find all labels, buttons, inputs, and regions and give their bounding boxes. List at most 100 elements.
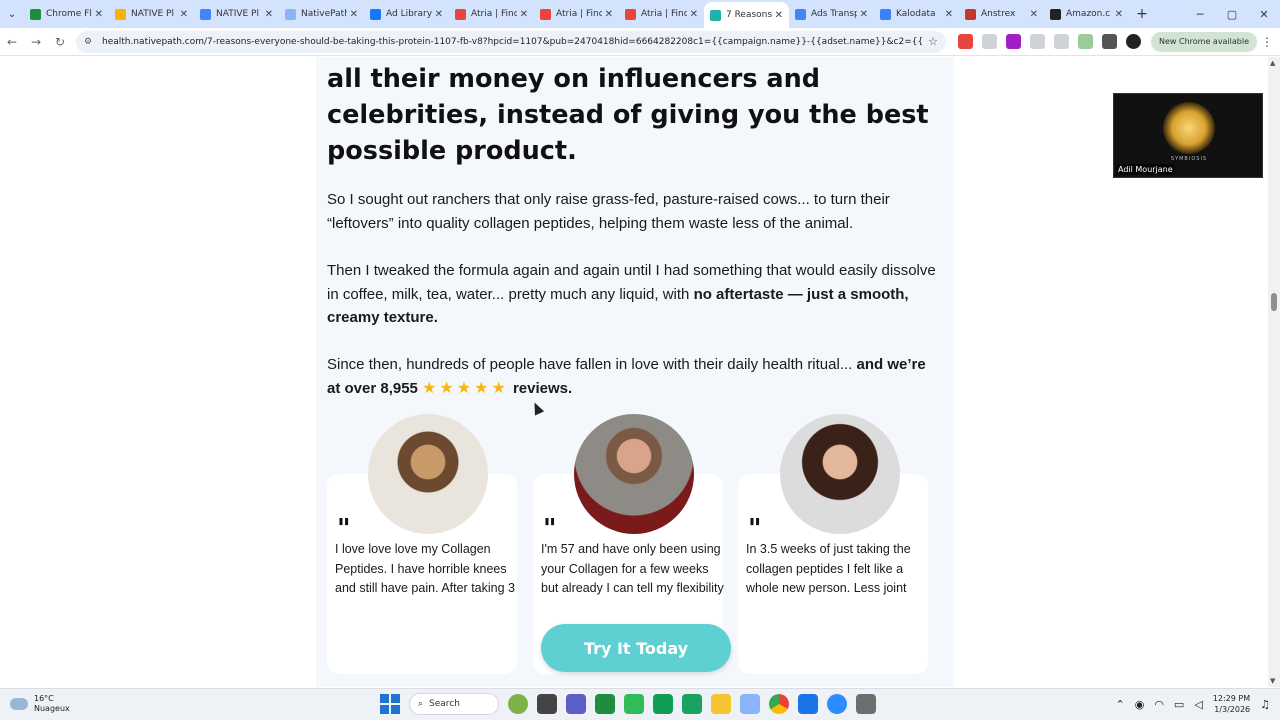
search-icon: ⌕ — [418, 699, 424, 709]
browser-tab[interactable]: NATIVE Pl ✕ — [109, 0, 194, 28]
tab-label: NATIVE Pl — [131, 9, 174, 19]
brand-text: SYMBIOSIS — [1170, 156, 1208, 162]
monitor-icon[interactable]: ▭ — [1174, 698, 1184, 711]
try-it-today-button[interactable]: Try It Today — [541, 624, 731, 672]
tray-app-icon[interactable]: ◉ — [1135, 698, 1145, 711]
extension-icon[interactable] — [1054, 34, 1069, 49]
browser-tab[interactable]: Kalodata ✕ — [874, 0, 959, 28]
extension-icon[interactable] — [958, 34, 973, 49]
task-view-icon[interactable] — [537, 694, 557, 714]
scrollbar-thumb[interactable] — [1271, 293, 1277, 311]
paragraph-formula: Then I tweaked the formula again and aga… — [327, 259, 937, 330]
close-tab-icon[interactable]: ✕ — [1030, 9, 1038, 20]
close-tab-icon[interactable]: ✕ — [95, 9, 103, 20]
speaker-icon[interactable]: ◁ — [1194, 698, 1202, 711]
page-scrollbar[interactable]: ▲ ▼ — [1268, 57, 1280, 687]
windows-start-icon[interactable] — [380, 694, 400, 714]
clock-time: 12:29 PM — [1212, 694, 1251, 703]
profile-avatar[interactable] — [1126, 34, 1141, 49]
app-icon[interactable] — [682, 694, 702, 714]
paragraph-reviews: Since then, hundreds of people have fall… — [327, 353, 937, 400]
browser-tab[interactable]: Ad Library ✕ — [364, 0, 449, 28]
new-tab-button[interactable]: + — [1129, 6, 1155, 22]
scroll-down-icon[interactable]: ▼ — [1270, 677, 1275, 685]
tab-favicon-icon — [30, 8, 41, 20]
extensions-area — [958, 34, 1141, 49]
close-tab-icon[interactable]: ✕ — [435, 9, 443, 20]
weather-description: Nuageux — [34, 704, 70, 713]
extension-icon[interactable] — [1078, 34, 1093, 49]
chrome-icon[interactable] — [769, 694, 789, 714]
app-icon[interactable] — [798, 694, 818, 714]
tab-favicon-icon — [625, 8, 636, 20]
close-tab-icon[interactable]: ✕ — [945, 9, 953, 20]
browser-tab[interactable]: Amazon.c ✕ — [1044, 0, 1129, 28]
tab-favicon-icon — [540, 8, 551, 20]
tab-label: NativePath — [301, 9, 347, 19]
symbiosis-logo-icon — [1163, 102, 1215, 154]
tab-favicon-icon — [880, 8, 891, 20]
tab-favicon-icon — [285, 8, 296, 20]
app-icon[interactable] — [653, 694, 673, 714]
extensions-puzzle-icon[interactable] — [1102, 34, 1117, 49]
close-tab-icon[interactable]: ✕ — [350, 9, 358, 20]
clock[interactable]: 12:29 PM 1/3/2026 — [1213, 693, 1250, 715]
bookmark-star-icon[interactable]: ☆ — [928, 35, 938, 48]
reload-icon[interactable]: ↻ — [48, 35, 72, 49]
browser-tab[interactable]: Atria | Find ✕ — [449, 0, 534, 28]
browser-tab[interactable]: Chrome Fl ✕ — [24, 0, 109, 28]
more-menu-icon[interactable]: ⋮ — [1257, 35, 1277, 49]
file-explorer-icon[interactable] — [711, 694, 731, 714]
app-icon[interactable] — [856, 694, 876, 714]
notification-bell-icon[interactable]: ♫ — [1260, 698, 1270, 711]
close-tab-icon[interactable]: ✕ — [180, 9, 188, 20]
browser-tab[interactable]: Ads Transp ✕ — [789, 0, 874, 28]
testimonial-text: I love love love my Collagen Peptides. I… — [335, 542, 515, 602]
maximize-icon[interactable]: ▢ — [1216, 8, 1248, 21]
widget-icon[interactable] — [508, 694, 528, 714]
close-tab-icon[interactable]: ✕ — [775, 10, 783, 21]
browser-tab[interactable]: NATIVE Pl ✕ — [194, 0, 279, 28]
extension-icon[interactable] — [1030, 34, 1045, 49]
tab-label: 7 Reasons — [726, 10, 772, 20]
browser-tab[interactable]: NativePath ✕ — [279, 0, 364, 28]
browser-tab[interactable]: 7 Reasons ✕ — [704, 2, 789, 28]
tab-list: Chrome Fl ✕ NATIVE Pl ✕ NATIVE Pl ✕ NativePath… — [24, 0, 1129, 28]
forward-icon[interactable]: → — [24, 35, 48, 49]
close-tab-icon[interactable]: ✕ — [265, 9, 273, 20]
chevron-up-icon[interactable]: ⌃ — [1115, 698, 1124, 711]
app-icon[interactable] — [595, 694, 615, 714]
back-icon[interactable]: ← — [0, 35, 24, 49]
window-controls: ─ ▢ ✕ — [1184, 8, 1280, 21]
close-tab-icon[interactable]: ✕ — [1115, 9, 1123, 20]
tab-search-icon[interactable]: ⌄ — [0, 0, 24, 28]
site-info-icon[interactable]: ⚙ — [84, 37, 96, 47]
extension-icon[interactable] — [982, 34, 997, 49]
wifi-icon[interactable]: ◠ — [1154, 698, 1164, 711]
tab-favicon-icon — [455, 8, 466, 20]
browser-tab[interactable]: Anstrex ✕ — [959, 0, 1044, 28]
close-tab-icon[interactable]: ✕ — [690, 9, 698, 20]
browser-tab[interactable]: Atria | Find ✕ — [534, 0, 619, 28]
weather-widget[interactable]: 16°C Nuageux — [10, 694, 70, 714]
tab-label: Amazon.c — [1066, 9, 1111, 19]
close-tab-icon[interactable]: ✕ — [520, 9, 528, 20]
address-bar[interactable]: ⚙ health.nativepath.com/7-reasons-everyo… — [76, 30, 946, 53]
browser-tab[interactable]: Atria | Find ✕ — [619, 0, 704, 28]
close-window-icon[interactable]: ✕ — [1248, 8, 1280, 21]
participant-name: Adil Mourjane — [1116, 164, 1175, 175]
minimize-icon[interactable]: ─ — [1184, 8, 1216, 21]
close-tab-icon[interactable]: ✕ — [860, 9, 868, 20]
app-icon[interactable] — [624, 694, 644, 714]
testimonial-text: In 3.5 weeks of just taking the collagen… — [746, 542, 918, 602]
close-tab-icon[interactable]: ✕ — [605, 9, 613, 20]
zoom-icon[interactable] — [827, 694, 847, 714]
taskbar-search[interactable]: ⌕ Search — [409, 693, 499, 715]
new-chrome-available-button[interactable]: New Chrome available — [1151, 31, 1258, 52]
teams-icon[interactable] — [566, 694, 586, 714]
extension-icon[interactable] — [1006, 34, 1021, 49]
scroll-up-icon[interactable]: ▲ — [1270, 59, 1275, 67]
app-icon[interactable] — [740, 694, 760, 714]
clock-date: 1/3/2026 — [1214, 705, 1251, 714]
video-call-tile[interactable]: SYMBIOSIS Adil Mourjane — [1113, 93, 1263, 178]
